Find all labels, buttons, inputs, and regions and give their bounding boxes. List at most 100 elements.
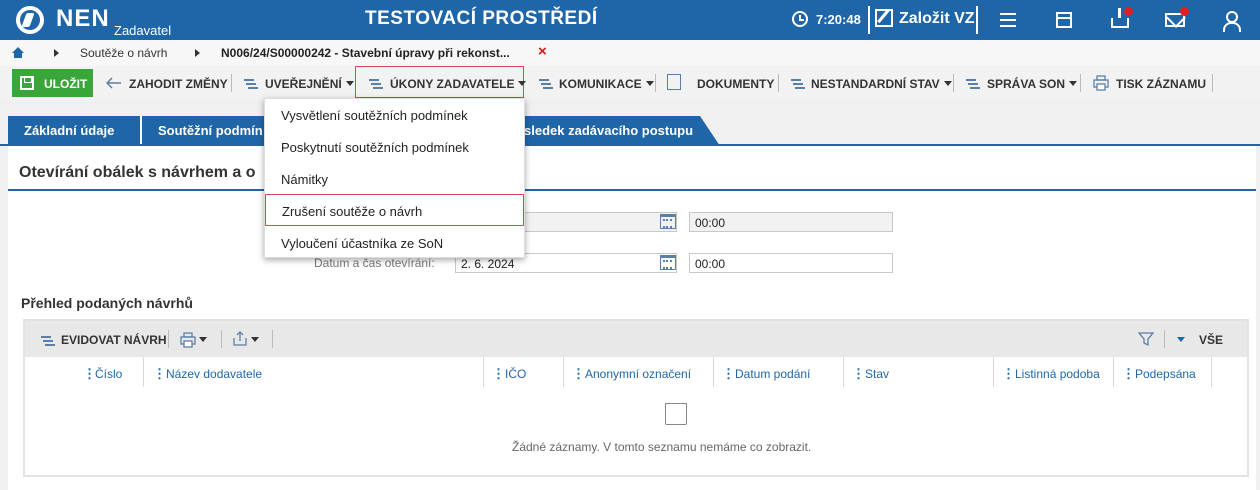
divider: [221, 330, 222, 348]
column-menu-icon[interactable]: ⋮: [852, 366, 865, 382]
column-divider: [1113, 357, 1114, 387]
grid-toolbar: EVIDOVAT NÁVRH VŠE: [25, 321, 1247, 357]
undo-icon: [105, 75, 122, 91]
divider: [976, 6, 978, 34]
nen-logo-icon[interactable]: [16, 6, 44, 34]
publish-menu-button[interactable]: UVEŘEJNĚNÍ: [265, 77, 354, 91]
list-icon: [791, 75, 807, 91]
empty-tray-icon: [665, 403, 687, 425]
menu-item-clarification[interactable]: Vysvětlení soutěžních podmínek: [265, 99, 524, 131]
chevron-down-icon[interactable]: [1177, 337, 1185, 342]
list-icon: [539, 75, 555, 91]
chevron-right-icon: [195, 49, 200, 57]
list-icon: [244, 75, 260, 91]
tab-competition-conditions[interactable]: Soutěžní podmín: [140, 116, 270, 146]
record-submission-button[interactable]: EVIDOVAT NÁVRH: [61, 333, 167, 347]
calculator-icon[interactable]: [1056, 12, 1072, 28]
save-button[interactable]: ULOŽIT: [12, 69, 93, 97]
son-admin-menu-button[interactable]: SPRÁVA SON: [987, 77, 1078, 91]
logo-text[interactable]: NEN: [56, 5, 110, 33]
column-divider: [483, 357, 484, 387]
submissions-grid: EVIDOVAT NÁVRH VŠE ⋮ Číslo ⋮ Název dodav…: [23, 319, 1249, 477]
user-icon[interactable]: [1220, 9, 1242, 32]
tab-procedure-result[interactable]: sledek zadávacího postupu: [520, 116, 720, 146]
divider: [778, 74, 779, 92]
menu-icon[interactable]: [998, 9, 1020, 31]
acts-menu-button[interactable]: ÚKONY ZADAVATELE: [390, 77, 527, 91]
divider: [168, 330, 169, 348]
logo-subtitle: Zadavatel: [114, 23, 172, 38]
column-menu-icon[interactable]: ⋮: [492, 366, 505, 382]
submissions-list-title: Přehled podaných návrhů: [21, 295, 193, 311]
list-icon: [369, 75, 385, 91]
divider: [1080, 74, 1081, 92]
column-header-anonymous[interactable]: Anonymní označení: [585, 367, 691, 381]
create-vz-button[interactable]: Založit VZ: [899, 10, 975, 28]
menu-item-cancel-competition[interactable]: Zrušení soutěže o návrh: [265, 194, 524, 226]
column-menu-icon[interactable]: ⋮: [1122, 366, 1135, 382]
column-divider: [143, 357, 144, 387]
column-header-ico[interactable]: IČO: [505, 367, 526, 381]
empty-list-message: Žádné záznamy. V tomto seznamu nemáme co…: [512, 440, 812, 454]
mail-badge: [1180, 7, 1189, 16]
communication-menu-button[interactable]: KOMUNIKACE: [559, 77, 654, 91]
time-field-disabled: 00:00: [689, 212, 893, 232]
create-icon[interactable]: [875, 9, 893, 27]
environment-title: TESTOVACÍ PROSTŘEDÍ: [365, 8, 598, 29]
divider: [272, 330, 273, 348]
breadcrumb-item[interactable]: Soutěže o návrh: [80, 46, 167, 60]
list-icon: [966, 75, 982, 91]
menu-item-objections[interactable]: Námitky: [265, 163, 524, 195]
chevron-down-icon[interactable]: [251, 337, 259, 342]
column-menu-icon[interactable]: ⋮: [153, 366, 166, 382]
calendar-icon[interactable]: [660, 255, 676, 270]
chevron-down-icon[interactable]: [199, 337, 207, 342]
menu-item-provision[interactable]: Poskytnutí soutěžních podmínek: [265, 131, 524, 163]
inbox-badge: [1124, 7, 1133, 16]
opening-time-input[interactable]: 00:00: [689, 253, 893, 273]
column-menu-icon[interactable]: ⋮: [1002, 366, 1015, 382]
top-bar: NEN Zadavatel TESTOVACÍ PROSTŘEDÍ 7:20:4…: [0, 0, 1260, 40]
document-icon: [667, 74, 681, 90]
column-header-paper-form[interactable]: Listinná podoba: [1015, 367, 1100, 381]
section-underline: [8, 189, 1256, 191]
column-header-supplier[interactable]: Název dodavatele: [166, 367, 262, 381]
column-divider: [713, 357, 714, 387]
column-menu-icon[interactable]: ⋮: [722, 366, 735, 382]
divider: [1212, 74, 1213, 92]
chevron-right-icon: [54, 49, 59, 57]
printer-icon[interactable]: [180, 332, 196, 348]
column-header-signed[interactable]: Podepsána: [1135, 367, 1196, 381]
section-title: Otevírání obálek s návrhem a o: [19, 164, 256, 181]
list-icon: [41, 332, 57, 348]
session-timer: 7:20:48: [816, 12, 861, 27]
column-header-status[interactable]: Stav: [865, 367, 889, 381]
inbox-icon[interactable]: [1111, 8, 1129, 28]
show-all-button[interactable]: VŠE: [1199, 333, 1223, 347]
tab-basic-info[interactable]: Základní údaje: [8, 116, 140, 146]
main-content: Otevírání obálek s návrhem a o 00:00 Dat…: [8, 146, 1256, 490]
column-divider: [843, 357, 844, 387]
filter-icon[interactable]: [1137, 331, 1155, 347]
documents-button[interactable]: DOKUMENTY: [697, 77, 774, 91]
print-record-button[interactable]: TISK ZÁZNAMU: [1116, 77, 1206, 91]
discard-changes-button[interactable]: ZAHODIT ZMĚNY: [129, 77, 228, 91]
tab-bar: Základní údaje Soutěžní podmín sledek za…: [0, 100, 1260, 146]
acts-dropdown-menu: Vysvětlení soutěžních podmínek Poskytnut…: [264, 98, 525, 258]
export-icon[interactable]: [232, 331, 248, 347]
breadcrumb-current[interactable]: N006/24/S00000242 - Stavební úpravy při …: [221, 46, 510, 60]
nonstandard-state-menu-button[interactable]: NESTANDARDNÍ STAV: [811, 77, 952, 91]
close-icon[interactable]: ×: [538, 43, 547, 60]
breadcrumb: Soutěže o návrh N006/24/S00000242 - Stav…: [0, 40, 1260, 66]
column-menu-icon[interactable]: ⋮: [572, 366, 585, 382]
clock-icon: [792, 11, 808, 27]
column-divider: [563, 357, 564, 387]
divider: [655, 74, 656, 92]
menu-item-exclude-participant[interactable]: Vyloučení účastníka ze SoN: [265, 227, 524, 259]
column-header-number[interactable]: Číslo: [95, 367, 122, 381]
column-header-submission-date[interactable]: Datum podání: [735, 367, 810, 381]
calendar-icon: [660, 214, 676, 229]
save-icon: [20, 76, 34, 90]
home-icon[interactable]: [12, 47, 24, 58]
column-divider: [1211, 357, 1212, 387]
